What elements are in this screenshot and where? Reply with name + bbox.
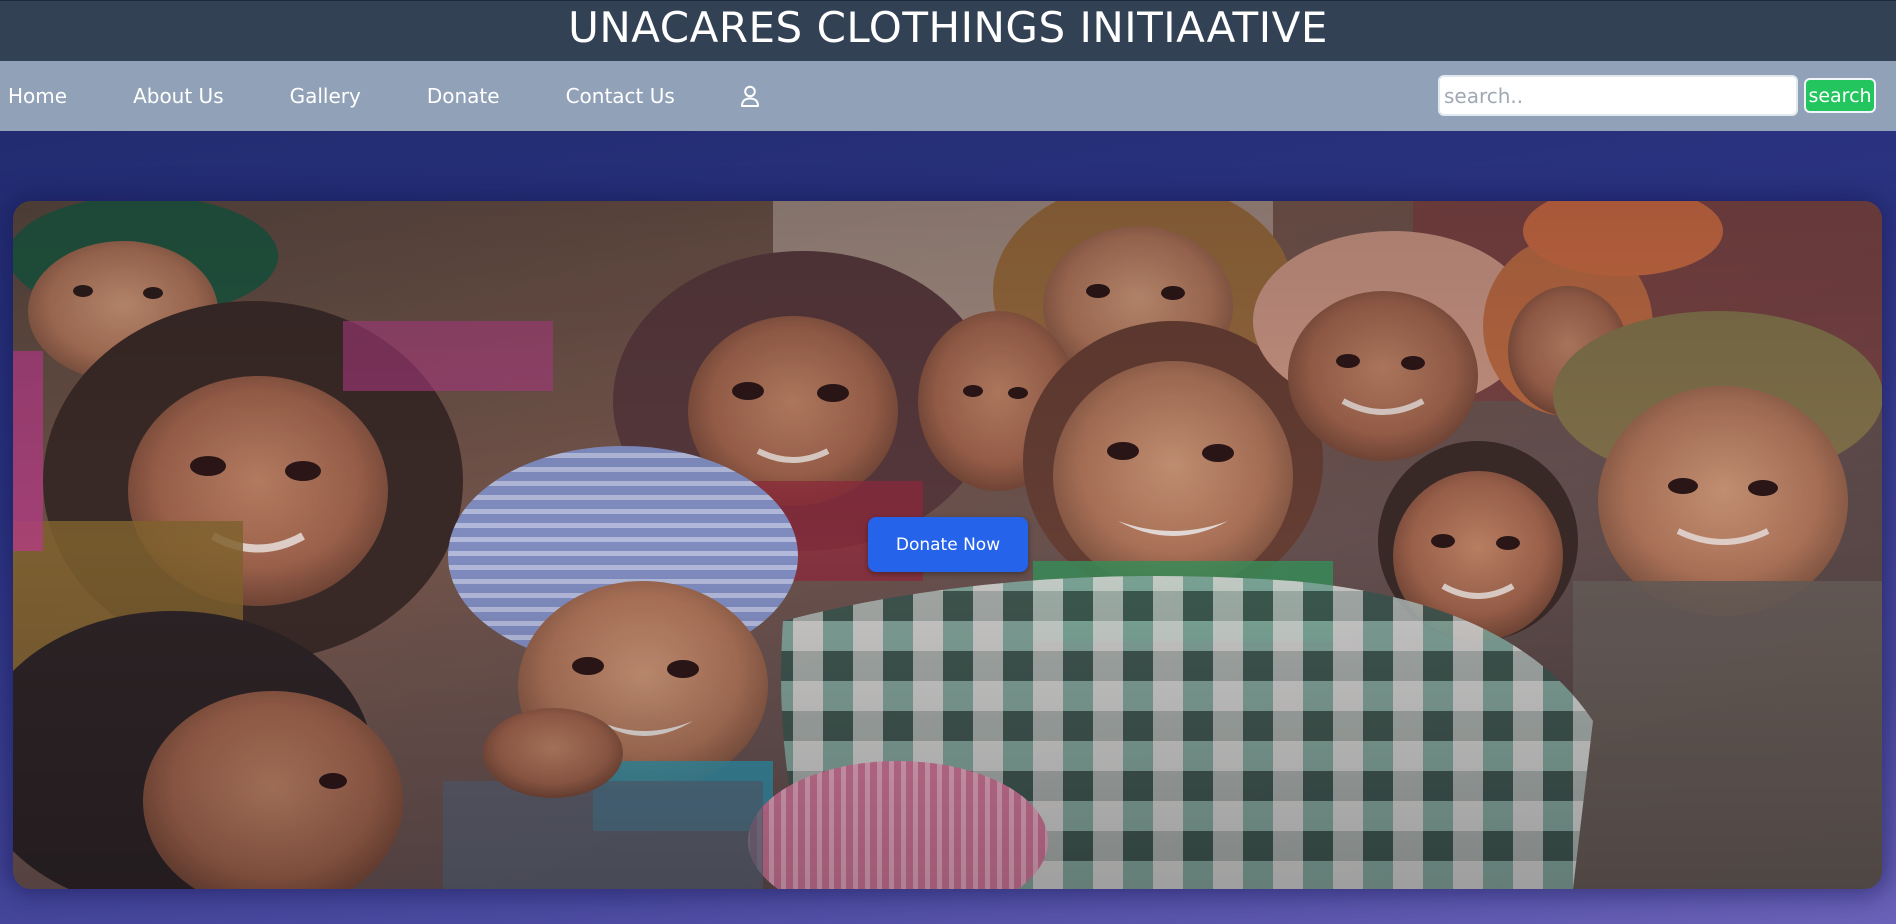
nav-about-link[interactable]: About Us [133,84,224,108]
search-button[interactable]: search [1804,78,1876,113]
nav-contact-link[interactable]: Contact Us [566,84,675,108]
hero-banner: Donate Now [13,201,1882,889]
search-input[interactable] [1438,75,1798,116]
donate-now-button[interactable]: Donate Now [868,517,1028,572]
site-title: UNACARES CLOTHINGS INITIAATIVE [568,2,1328,52]
nav-donate-link[interactable]: Donate [427,84,500,108]
nav-bar: Home About Us Gallery Donate Contact Us … [0,61,1896,131]
nav-home-link[interactable]: Home [8,84,67,108]
user-icon[interactable] [739,84,761,108]
nav-gallery-link[interactable]: Gallery [290,84,361,108]
title-bar: UNACARES CLOTHINGS INITIAATIVE [0,0,1896,61]
search-area: search [1438,75,1876,116]
nav-links: Home About Us Gallery Donate Contact Us [0,61,761,131]
